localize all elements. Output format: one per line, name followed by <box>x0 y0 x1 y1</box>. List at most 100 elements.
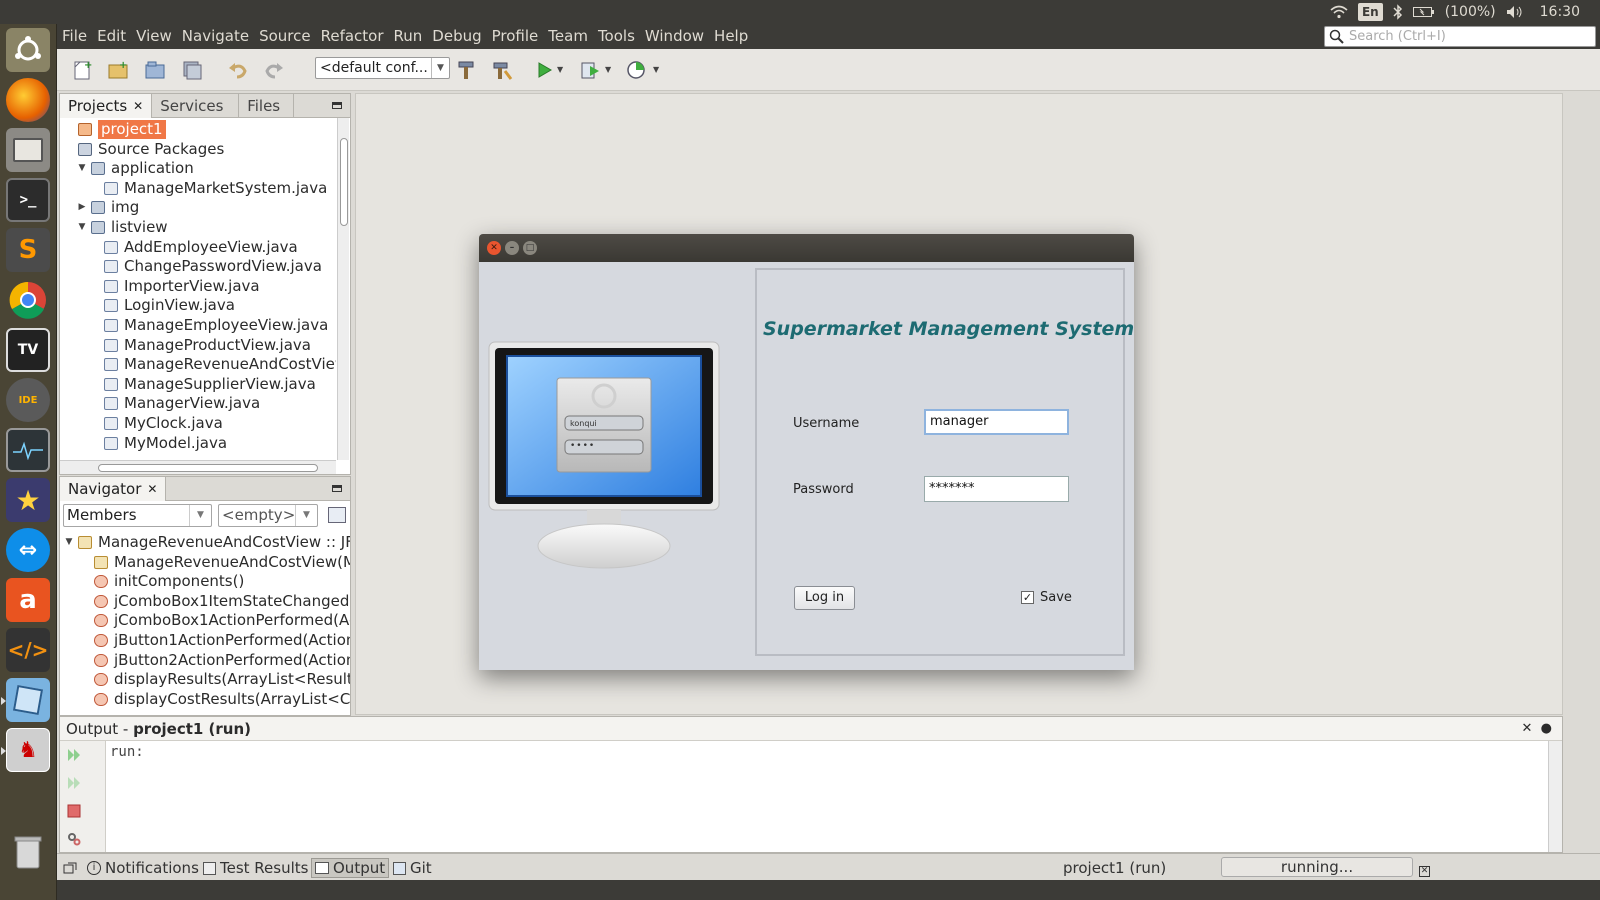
tree-row[interactable]: ChangePasswordView.java <box>60 257 322 276</box>
test-results-button[interactable]: Test Results <box>203 858 308 878</box>
expanded-icon[interactable]: ▼ <box>64 533 74 552</box>
star-app-icon[interactable]: ★ <box>6 478 50 522</box>
tree-row[interactable]: ManageProductView.java <box>60 336 311 355</box>
tree-row[interactable]: ManagerView.java <box>60 394 260 413</box>
appstore-icon[interactable]: a <box>6 578 50 622</box>
projects-vertical-scrollbar[interactable] <box>337 118 349 460</box>
expanded-icon[interactable]: ▼ <box>77 218 87 237</box>
profile-project-button[interactable] <box>623 57 649 83</box>
teamviewer-icon[interactable]: ⇔ <box>6 528 50 572</box>
debug-dropdown-icon[interactable]: ▼ <box>605 65 611 74</box>
window-title-bar[interactable]: ✕ – □ <box>479 234 1134 262</box>
sublime-text-icon[interactable]: S <box>6 228 50 272</box>
configuration-select[interactable]: <default conf... ▼ <box>315 57 450 79</box>
debug-project-button[interactable] <box>577 57 603 83</box>
files-icon[interactable] <box>6 128 50 172</box>
menu-tools[interactable]: Tools <box>593 24 640 49</box>
wifi-icon[interactable] <box>1330 3 1348 21</box>
minimize-icon[interactable] <box>332 102 342 109</box>
save-checkbox[interactable]: ✓ <box>1021 591 1034 604</box>
tree-row[interactable]: jButton1ActionPerformed(ActionE <box>60 631 350 650</box>
netbeans-duke-icon[interactable]: ♞ <box>6 728 50 772</box>
password-field[interactable]: ******* <box>924 476 1069 502</box>
output-vertical-scrollbar[interactable] <box>1548 741 1562 852</box>
menu-run[interactable]: Run <box>389 24 428 49</box>
clean-build-button[interactable] <box>489 57 515 83</box>
new-project-button[interactable]: + <box>105 57 131 83</box>
cancel-task-icon[interactable]: ✕ <box>1419 861 1430 881</box>
tree-row[interactable]: AddEmployeeView.java <box>60 238 298 257</box>
clock[interactable]: 16:30 <box>1540 4 1580 20</box>
tree-row[interactable]: jComboBox1ActionPerformed(Acti <box>60 611 350 630</box>
log-in-button[interactable]: Log in <box>794 586 855 610</box>
tree-row[interactable]: ▼ listview <box>60 218 168 237</box>
settings-icon[interactable] <box>66 831 82 847</box>
java-ee-ide-icon[interactable]: IDE <box>6 378 50 422</box>
scope-select[interactable]: <empty> ▼ <box>218 503 318 527</box>
tree-row[interactable]: Source Packages <box>60 140 224 159</box>
scrollbar-thumb[interactable] <box>98 464 318 472</box>
redo-button[interactable] <box>261 57 287 83</box>
terminal-icon[interactable]: >_ <box>6 178 50 222</box>
tab-services[interactable]: Services <box>152 94 240 118</box>
menu-file[interactable]: File <box>57 24 92 49</box>
new-file-button[interactable]: + <box>69 57 95 83</box>
search-input[interactable]: Search (Ctrl+I) <box>1324 26 1596 47</box>
menu-help[interactable]: Help <box>709 24 753 49</box>
language-indicator[interactable]: En <box>1357 3 1383 21</box>
close-icon[interactable]: ✕ <box>1521 721 1532 736</box>
menu-refactor[interactable]: Refactor <box>316 24 389 49</box>
save-all-button[interactable] <box>179 57 205 83</box>
window-close-icon[interactable]: ✕ <box>487 241 501 255</box>
tree-row[interactable]: ManageEmployeeView.java <box>60 316 328 335</box>
menu-debug[interactable]: Debug <box>427 24 486 49</box>
menu-edit[interactable]: Edit <box>92 24 131 49</box>
tree-row[interactable]: LoginView.java <box>60 296 235 315</box>
open-project-button[interactable] <box>142 57 168 83</box>
tab-projects[interactable]: Projects ✕ <box>60 94 153 118</box>
window-minimize-icon[interactable]: – <box>505 241 519 255</box>
virtualbox-icon[interactable] <box>6 678 50 722</box>
tab-files[interactable]: Files <box>239 94 295 118</box>
scrollbar-thumb[interactable] <box>340 138 348 226</box>
tree-row[interactable]: MyModel.java <box>60 434 227 453</box>
close-icon[interactable]: ✕ <box>133 94 143 118</box>
tree-row[interactable]: ▶ img <box>60 198 140 217</box>
tree-row[interactable]: MyClock.java <box>60 414 223 433</box>
run-project-button[interactable] <box>531 57 557 83</box>
minimize-icon[interactable] <box>332 485 342 492</box>
tree-row[interactable]: project1 <box>60 120 166 139</box>
menu-team[interactable]: Team <box>543 24 593 49</box>
output-console-text[interactable]: run: <box>110 744 144 760</box>
tree-row[interactable]: ManageRevenueAndCostView(Mar <box>60 553 350 572</box>
running-task-name[interactable]: project1 (run) <box>1063 858 1166 878</box>
restore-windows-icon[interactable] <box>63 858 77 878</box>
collapsed-icon[interactable]: ▶ <box>77 198 87 217</box>
members-filter-select[interactable]: Members ▼ <box>63 503 212 527</box>
tree-row[interactable]: displayCostResults(ArrayList<CostR <box>60 690 350 709</box>
menu-dot-icon[interactable]: ● <box>1541 721 1552 736</box>
progress-bar[interactable]: running... <box>1221 857 1413 877</box>
window-maximize-icon[interactable]: □ <box>523 241 537 255</box>
firefox-icon[interactable] <box>6 78 50 122</box>
undo-button[interactable] <box>225 57 251 83</box>
build-button[interactable] <box>453 57 479 83</box>
output-button[interactable]: Output <box>311 858 390 878</box>
tree-row[interactable]: jButton2ActionPerformed(ActionE <box>60 651 350 670</box>
sublime-alt-icon[interactable]: </> <box>6 628 50 672</box>
tv-player-icon[interactable]: TV <box>6 328 50 372</box>
battery-icon[interactable] <box>1412 3 1435 21</box>
username-field[interactable]: manager <box>924 409 1069 435</box>
menu-view[interactable]: View <box>131 24 177 49</box>
menu-window[interactable]: Window <box>640 24 709 49</box>
rerun-with-params-icon[interactable] <box>66 775 82 791</box>
menu-source[interactable]: Source <box>254 24 316 49</box>
tree-row[interactable]: ▼ ManageRevenueAndCostView :: JFra <box>60 533 350 552</box>
tree-row[interactable]: ManageSupplierView.java <box>60 375 316 394</box>
git-button[interactable]: Git <box>393 858 432 878</box>
tree-row[interactable]: ManageRevenueAndCostView.jav <box>60 355 336 374</box>
close-icon[interactable]: ✕ <box>147 477 157 501</box>
volume-icon[interactable] <box>1506 3 1524 21</box>
profile-dropdown-icon[interactable]: ▼ <box>653 65 659 74</box>
expanded-icon[interactable]: ▼ <box>77 159 87 178</box>
